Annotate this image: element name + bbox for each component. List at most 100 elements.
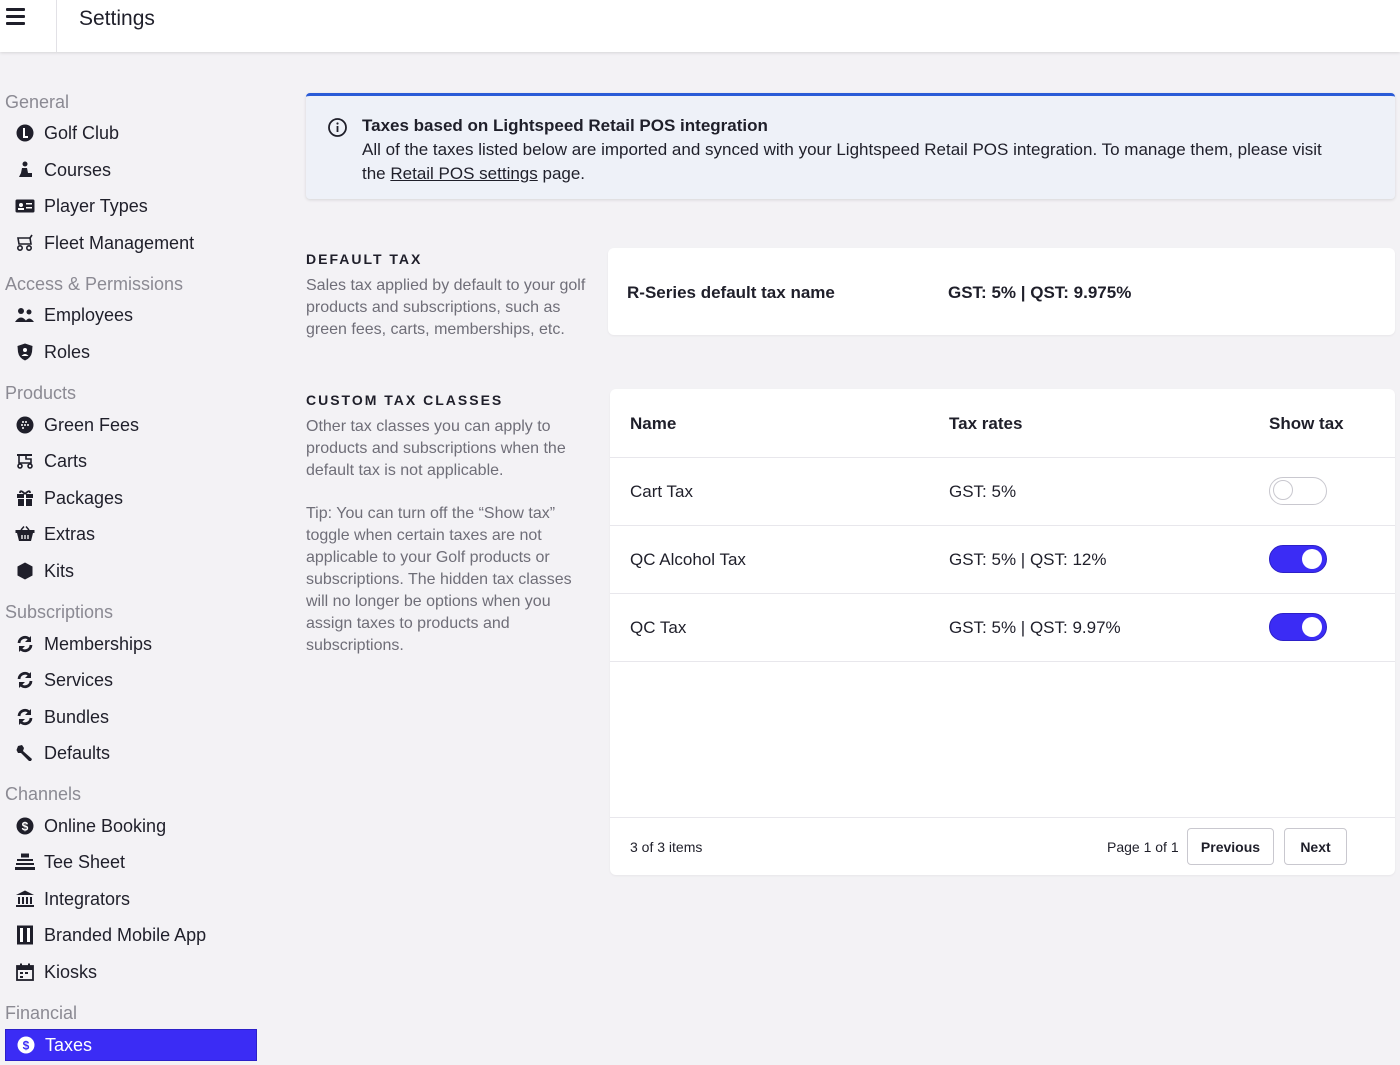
- menu-button[interactable]: [0, 0, 57, 52]
- sidebar-item-label: Services: [44, 669, 114, 690]
- shield-icon: [15, 342, 35, 362]
- row-3-rates: GST: 5% | QST: 9.97%: [949, 618, 1121, 637]
- page-title: Settings: [79, 7, 155, 30]
- footer-divider: [610, 817, 1395, 818]
- sidebar-section-subscriptions: Subscriptions: [5, 602, 114, 622]
- calendar-icon: [15, 962, 35, 982]
- divider: [610, 525, 1395, 526]
- row-1-show-tax-toggle[interactable]: [1269, 477, 1327, 505]
- sidebar-item-integrators[interactable]: Integrators: [5, 883, 257, 915]
- default-tax-description: Sales tax applied by default to your gol…: [306, 277, 586, 338]
- previous-button[interactable]: Previous: [1187, 828, 1274, 865]
- toggle-knob: [1273, 480, 1293, 500]
- sidebar-item-bundles[interactable]: Bundles: [5, 701, 257, 733]
- default-tax-card: R-Series default tax name GST: 5% | QST:…: [608, 248, 1395, 335]
- row-2-name: QC Alcohol Tax: [630, 550, 746, 569]
- sidebar-item-label: Integrators: [44, 888, 131, 909]
- sync-icon: [15, 634, 35, 654]
- default-tax-name-label: R-Series default tax name: [627, 283, 835, 302]
- sidebar-item-label: Carts: [44, 450, 88, 471]
- toggle-knob: [1302, 548, 1322, 569]
- row-1-rates: GST: 5%: [949, 482, 1017, 501]
- column-header-show-tax: Show tax: [1269, 414, 1344, 433]
- column-header-name: Name: [630, 414, 677, 433]
- bank-icon: [15, 889, 35, 909]
- sidebar-item-label: Roles: [44, 341, 91, 362]
- sidebar-item-label: Defaults: [44, 742, 111, 763]
- sidebar-section-financial: Financial: [5, 1003, 78, 1023]
- sidebar-item-green-fees[interactable]: Green Fees: [5, 409, 257, 441]
- wrench-icon: [15, 743, 35, 763]
- sidebar-item-label: Memberships: [44, 633, 153, 654]
- next-button[interactable]: Next: [1284, 828, 1347, 865]
- basket-icon: [15, 524, 35, 544]
- info-icon: [328, 118, 347, 142]
- sidebar-item-label: Branded Mobile App: [44, 924, 207, 945]
- custom-tax-description: Other tax classes you can apply to produ…: [306, 418, 566, 479]
- gift-icon: [15, 488, 35, 508]
- svg-text:$: $: [23, 1039, 30, 1053]
- divider: [610, 661, 1395, 662]
- sidebar-item-label: Employees: [44, 304, 134, 325]
- sidebar-item-roles[interactable]: Roles: [5, 336, 257, 368]
- retail-pos-settings-link[interactable]: Retail POS settings: [390, 164, 537, 183]
- sidebar-item-label: Tee Sheet: [44, 851, 126, 872]
- sidebar-item-courses[interactable]: Courses: [5, 154, 257, 186]
- sidebar-section-general: General: [5, 92, 70, 112]
- row-3-show-tax-toggle[interactable]: [1269, 613, 1327, 641]
- sidebar-item-label: Bundles: [44, 706, 110, 727]
- sidebar-item-packages[interactable]: Packages: [5, 482, 257, 514]
- id-card-icon: [15, 196, 35, 216]
- tee-sheet-icon: [15, 852, 35, 872]
- sidebar-item-golf-club[interactable]: Golf Club: [5, 117, 257, 149]
- row-2-show-tax-toggle[interactable]: [1269, 545, 1327, 573]
- custom-tax-tip: Tip: You can turn off the “Show tax” tog…: [306, 505, 572, 654]
- sidebar-item-extras[interactable]: Extras: [5, 518, 257, 550]
- divider: [610, 457, 1395, 458]
- sidebar-item-label: Taxes: [45, 1034, 93, 1055]
- sidebar-section-access: Access & Permissions: [5, 274, 184, 294]
- mobile-app-icon: [15, 925, 35, 945]
- golf-ball-icon: [15, 415, 35, 435]
- sidebar-section-channels: Channels: [5, 784, 82, 804]
- golf-club-icon: [15, 123, 35, 143]
- banner-title: Taxes based on Lightspeed Retail POS int…: [362, 116, 768, 135]
- default-tax-value: GST: 5% | QST: 9.975%: [948, 283, 1132, 302]
- users-icon: [15, 305, 35, 325]
- sidebar-item-label: Courses: [44, 159, 112, 180]
- sidebar-item-memberships[interactable]: Memberships: [5, 628, 257, 660]
- sidebar-item-label: Online Booking: [44, 815, 167, 836]
- hamburger-icon: [6, 8, 25, 25]
- sidebar-item-fleet-management[interactable]: Fleet Management: [5, 227, 257, 259]
- sidebar-item-label: Packages: [44, 487, 124, 508]
- sidebar-item-label: Extras: [44, 523, 96, 544]
- sidebar-item-online-booking[interactable]: $ Online Booking: [5, 810, 257, 842]
- banner-body-suffix: page.: [537, 164, 586, 183]
- custom-tax-table: Name Tax rates Show tax Cart Tax GST: 5%…: [610, 389, 1395, 875]
- row-2-rates: GST: 5% | QST: 12%: [949, 550, 1107, 569]
- sidebar-item-kiosks[interactable]: Kiosks: [5, 956, 257, 988]
- row-1-name: Cart Tax: [630, 482, 693, 501]
- sidebar-item-player-types[interactable]: Player Types: [5, 190, 257, 222]
- cart-icon: [15, 451, 35, 471]
- sidebar-item-taxes[interactable]: $ Taxes: [5, 1029, 257, 1061]
- sidebar-item-tee-sheet[interactable]: Tee Sheet: [5, 846, 257, 878]
- divider: [610, 593, 1395, 594]
- column-header-tax-rates: Tax rates: [949, 414, 1023, 433]
- sidebar-item-employees[interactable]: Employees: [5, 299, 257, 331]
- sidebar-item-branded-mobile-app[interactable]: Branded Mobile App: [5, 919, 257, 951]
- sidebar: General Golf Club Courses Player Types F…: [0, 52, 270, 1065]
- sidebar-item-services[interactable]: Services: [5, 664, 257, 696]
- sidebar-item-label: Fleet Management: [44, 232, 195, 253]
- sync-icon: [15, 670, 35, 690]
- banner-body: All of the taxes listed below are import…: [362, 138, 1375, 186]
- top-bar: Settings: [0, 0, 1400, 52]
- custom-tax-heading: CUSTOM TAX CLASSES: [306, 392, 504, 408]
- sidebar-section-products: Products: [5, 383, 77, 403]
- sidebar-item-kits[interactable]: Kits: [5, 555, 257, 587]
- sidebar-item-defaults[interactable]: Defaults: [5, 737, 257, 769]
- page-indicator: Page 1 of 1: [1107, 839, 1179, 855]
- sidebar-item-label: Kits: [44, 560, 75, 581]
- row-3-name: QC Tax: [630, 618, 687, 637]
- sidebar-item-carts[interactable]: Carts: [5, 445, 257, 477]
